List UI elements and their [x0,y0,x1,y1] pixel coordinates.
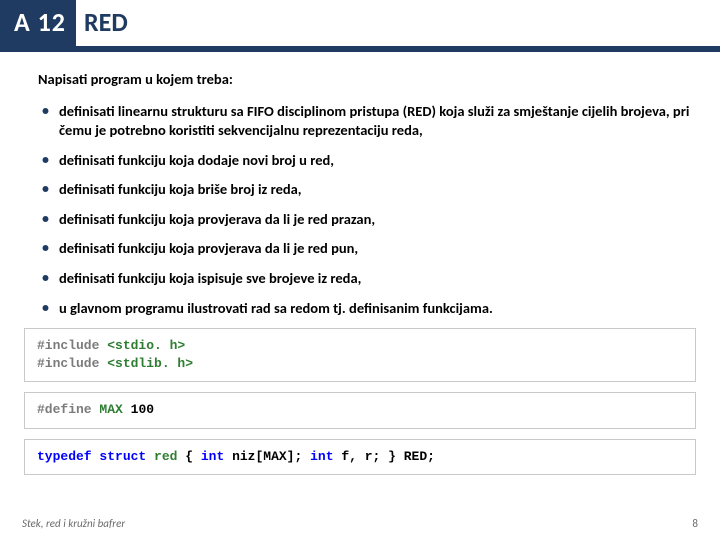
footer-text: Stek, red i kružni bafrer [22,517,125,530]
bullet-list: •definisati linearnu strukturu sa FIFO d… [38,102,690,319]
bullet-icon: • [42,102,49,141]
list-item: •definisati linearnu strukturu sa FIFO d… [42,102,690,141]
slide-badge: A 12 [0,0,76,46]
footer: Stek, red i kružni bafrer 8 [0,517,720,530]
code-block-define: #define MAX 100 [24,392,696,428]
bullet-icon: • [42,151,49,171]
list-item: •definisati funkciju koja ispisuje sve b… [42,269,690,289]
bullet-icon: • [42,269,49,289]
intro-text: Napisati program u kojem treba: [38,70,690,90]
page-number: 8 [692,517,698,530]
list-item: •definisati funkciju koja provjerava da … [42,210,690,230]
list-item: •definisati funkciju koja provjerava da … [42,239,690,259]
list-item: •u glavnom programu ilustrovati rad sa r… [42,299,690,319]
header: A 12 RED [0,0,720,46]
list-item: •definisati funkciju koja briše broj iz … [42,180,690,200]
list-item: •definisati funkciju koja dodaje novi br… [42,151,690,171]
bullet-icon: • [42,239,49,259]
content: Napisati program u kojem treba: •definis… [0,52,720,318]
code-block-includes: #include <stdio. h> #include <stdlib. h> [24,328,696,382]
bullet-icon: • [42,210,49,230]
code-block-typedef: typedef struct red { int niz[MAX]; int f… [24,439,696,475]
bullet-icon: • [42,299,49,319]
bullet-icon: • [42,180,49,200]
slide-title: RED [76,0,128,46]
